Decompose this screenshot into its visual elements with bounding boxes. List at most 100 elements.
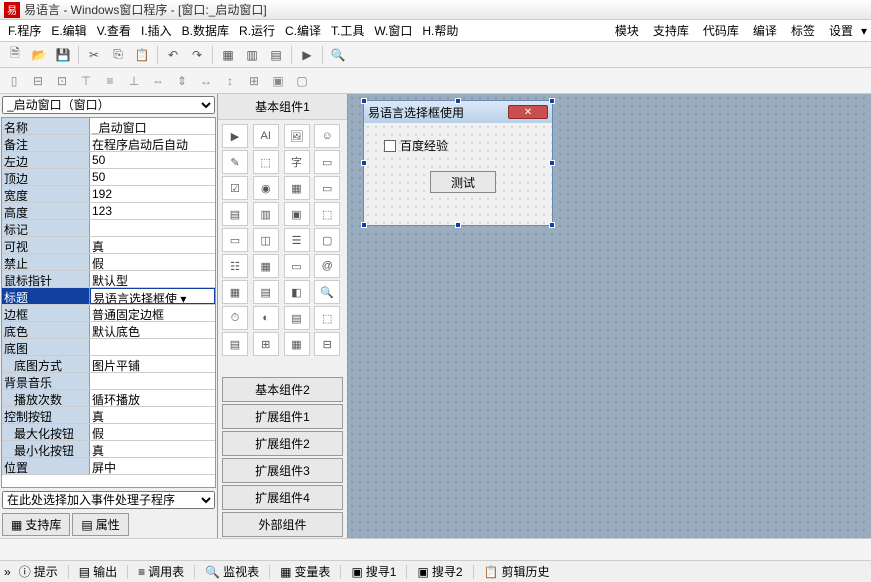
event-selector[interactable]: 在此处选择加入事件处理子程序	[2, 491, 215, 509]
close-icon[interactable]: ✕	[508, 105, 548, 119]
property-value[interactable]: 易语言选择框使 ▾	[90, 288, 215, 304]
same-width-icon[interactable]: ↔	[196, 71, 216, 91]
component-item[interactable]: ▥	[253, 202, 279, 226]
component-item[interactable]: ☰	[284, 228, 310, 252]
component-item[interactable]: ▤	[284, 306, 310, 330]
save-icon[interactable]: 💾	[52, 44, 74, 66]
property-grid[interactable]: 名称_启动窗口备注在程序启动后自动左边50顶边50宽度192高度123标记可视真…	[1, 117, 216, 488]
property-row[interactable]: 背景音乐	[2, 373, 215, 390]
property-value[interactable]: 假	[90, 254, 215, 270]
menu-view[interactable]: V.查看	[93, 20, 135, 41]
dist-v-icon[interactable]: ⇕	[172, 71, 192, 91]
property-row[interactable]: 底图	[2, 339, 215, 356]
property-row[interactable]: 最小化按钮真	[2, 441, 215, 458]
property-value[interactable]: _启动窗口	[90, 118, 215, 134]
undo-icon[interactable]: ↶	[162, 44, 184, 66]
design-form[interactable]: 易语言选择框使用 ✕ 百度经验 测试	[363, 100, 553, 226]
rmenu-codelib[interactable]: 代码库	[697, 20, 745, 41]
resize-handle[interactable]	[361, 222, 367, 228]
component-item[interactable]: 字	[284, 150, 310, 174]
tab-supportlib[interactable]: ▦支持库	[2, 513, 70, 536]
property-value[interactable]: 50	[90, 152, 215, 168]
property-value[interactable]: 屏中	[90, 458, 215, 474]
component-item[interactable]: ⊟	[314, 332, 340, 356]
open-file-icon[interactable]: 📂	[28, 44, 50, 66]
align-left-icon[interactable]: ▯	[4, 71, 24, 91]
component-tab[interactable]: 扩展组件3	[222, 458, 343, 483]
property-row[interactable]: 名称_启动窗口	[2, 118, 215, 135]
resize-handle[interactable]	[455, 98, 461, 104]
component-item[interactable]: ◫	[253, 228, 279, 252]
component-item[interactable]: ⬚	[314, 202, 340, 226]
component-item[interactable]: ◧	[284, 280, 310, 304]
checkbox-baidu[interactable]: 百度经验	[384, 137, 448, 154]
align-right-icon[interactable]: ⊡	[52, 71, 72, 91]
component-item[interactable]: ▦	[222, 280, 248, 304]
menu-compile[interactable]: C.编译	[281, 20, 325, 41]
component-item[interactable]: ▶	[222, 124, 248, 148]
property-value[interactable]	[90, 339, 215, 355]
component-item[interactable]: ▤	[222, 332, 248, 356]
tab-watch[interactable]: 🔍监视表	[199, 561, 265, 582]
property-value[interactable]	[90, 220, 215, 236]
component-tab[interactable]: 外部组件	[222, 512, 343, 537]
component-item[interactable]: ⏱	[222, 306, 248, 330]
component-item[interactable]: ☷	[222, 254, 248, 278]
rmenu-support[interactable]: 支持库	[647, 20, 695, 41]
component-item[interactable]: ▦	[284, 332, 310, 356]
component-item[interactable]: ▭	[284, 254, 310, 278]
chevron-down-icon[interactable]: ▾	[861, 24, 867, 38]
component-item[interactable]: ▣	[284, 202, 310, 226]
resize-handle[interactable]	[549, 98, 555, 104]
component-item[interactable]: ◉	[253, 176, 279, 200]
property-value[interactable]: 默认底色	[90, 322, 215, 338]
component-item[interactable]: ▦	[253, 254, 279, 278]
property-value[interactable]: 真	[90, 237, 215, 253]
rmenu-compile[interactable]: 编译	[747, 20, 783, 41]
component-item[interactable]: ▭	[314, 150, 340, 174]
copy-icon[interactable]: ⎘	[107, 44, 129, 66]
component-item[interactable]: ▢	[314, 228, 340, 252]
layout3-icon[interactable]: ▤	[265, 44, 287, 66]
property-row[interactable]: 鼠标指针默认型	[2, 271, 215, 288]
rmenu-settings[interactable]: 设置	[823, 20, 859, 41]
tab-properties[interactable]: ▤属性	[72, 513, 128, 536]
component-item[interactable]: ◐	[253, 306, 279, 330]
align-top-icon[interactable]: ⊤	[76, 71, 96, 91]
resize-handle[interactable]	[455, 222, 461, 228]
component-item[interactable]: ⊞	[253, 332, 279, 356]
component-tab[interactable]: 扩展组件4	[222, 485, 343, 510]
component-item[interactable]: 🔍	[314, 280, 340, 304]
component-item[interactable]: ☑	[222, 176, 248, 200]
property-row[interactable]: 最大化按钮假	[2, 424, 215, 441]
resize-handle[interactable]	[549, 160, 555, 166]
property-value[interactable]: 192	[90, 186, 215, 202]
align-middle-icon[interactable]: ≡	[100, 71, 120, 91]
component-item[interactable]: ☺	[314, 124, 340, 148]
bottom-tabs-toggle[interactable]: »	[4, 565, 11, 579]
component-item[interactable]: ▤	[222, 202, 248, 226]
property-value[interactable]: 真	[90, 407, 215, 423]
component-item[interactable]: @	[314, 254, 340, 278]
layout2-icon[interactable]: ▥	[241, 44, 263, 66]
dist-h-icon[interactable]: ⇔	[148, 71, 168, 91]
component-item[interactable]: ▦	[284, 176, 310, 200]
property-row[interactable]: 标题易语言选择框使 ▾	[2, 288, 215, 305]
back-icon[interactable]: ▢	[292, 71, 312, 91]
object-selector[interactable]: _启动窗口（窗口）	[2, 96, 215, 114]
menu-run[interactable]: R.运行	[235, 20, 279, 41]
rmenu-tag[interactable]: 标签	[785, 20, 821, 41]
tab-search1[interactable]: ▣搜寻1	[345, 561, 402, 582]
menu-window[interactable]: W.窗口	[370, 20, 416, 41]
property-row[interactable]: 高度123	[2, 203, 215, 220]
tab-search2[interactable]: ▣搜寻2	[411, 561, 468, 582]
paste-icon[interactable]: 📋	[131, 44, 153, 66]
property-value[interactable]: 默认型	[90, 271, 215, 287]
property-row[interactable]: 禁止假	[2, 254, 215, 271]
property-value[interactable]: 图片平铺	[90, 356, 215, 372]
property-row[interactable]: 备注在程序启动后自动	[2, 135, 215, 152]
new-file-icon[interactable]: 🗎	[4, 44, 26, 66]
property-row[interactable]: 底色默认底色	[2, 322, 215, 339]
property-row[interactable]: 左边50	[2, 152, 215, 169]
property-value[interactable]: 循环播放	[90, 390, 215, 406]
